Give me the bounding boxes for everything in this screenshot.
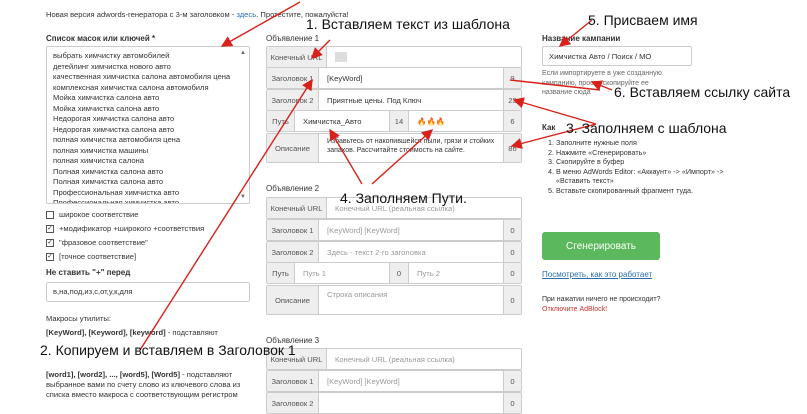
arrow-6-line bbox=[509, 79, 601, 91]
arrow-2-h1 bbox=[139, 78, 313, 351]
annotation-6: 6. Вставляем ссылку сайта bbox=[614, 84, 791, 100]
arrow-4-path2 bbox=[371, 129, 434, 185]
annotation-1: 1. Вставляем текст из шаблона bbox=[306, 16, 510, 32]
arrow-1-url bbox=[311, 39, 331, 59]
annotation-4: 4. Заполняем Пути. bbox=[340, 190, 467, 206]
annotation-3: 3. Заполняем с шаблона bbox=[566, 120, 727, 136]
annotation-5: 5. Присваем имя bbox=[588, 12, 698, 28]
annotation-2: 2. Копируем и вставляем в Заголовок 1 bbox=[40, 342, 296, 358]
arrow-4-path1 bbox=[329, 128, 363, 185]
arrow-1-keywords bbox=[220, 1, 301, 47]
